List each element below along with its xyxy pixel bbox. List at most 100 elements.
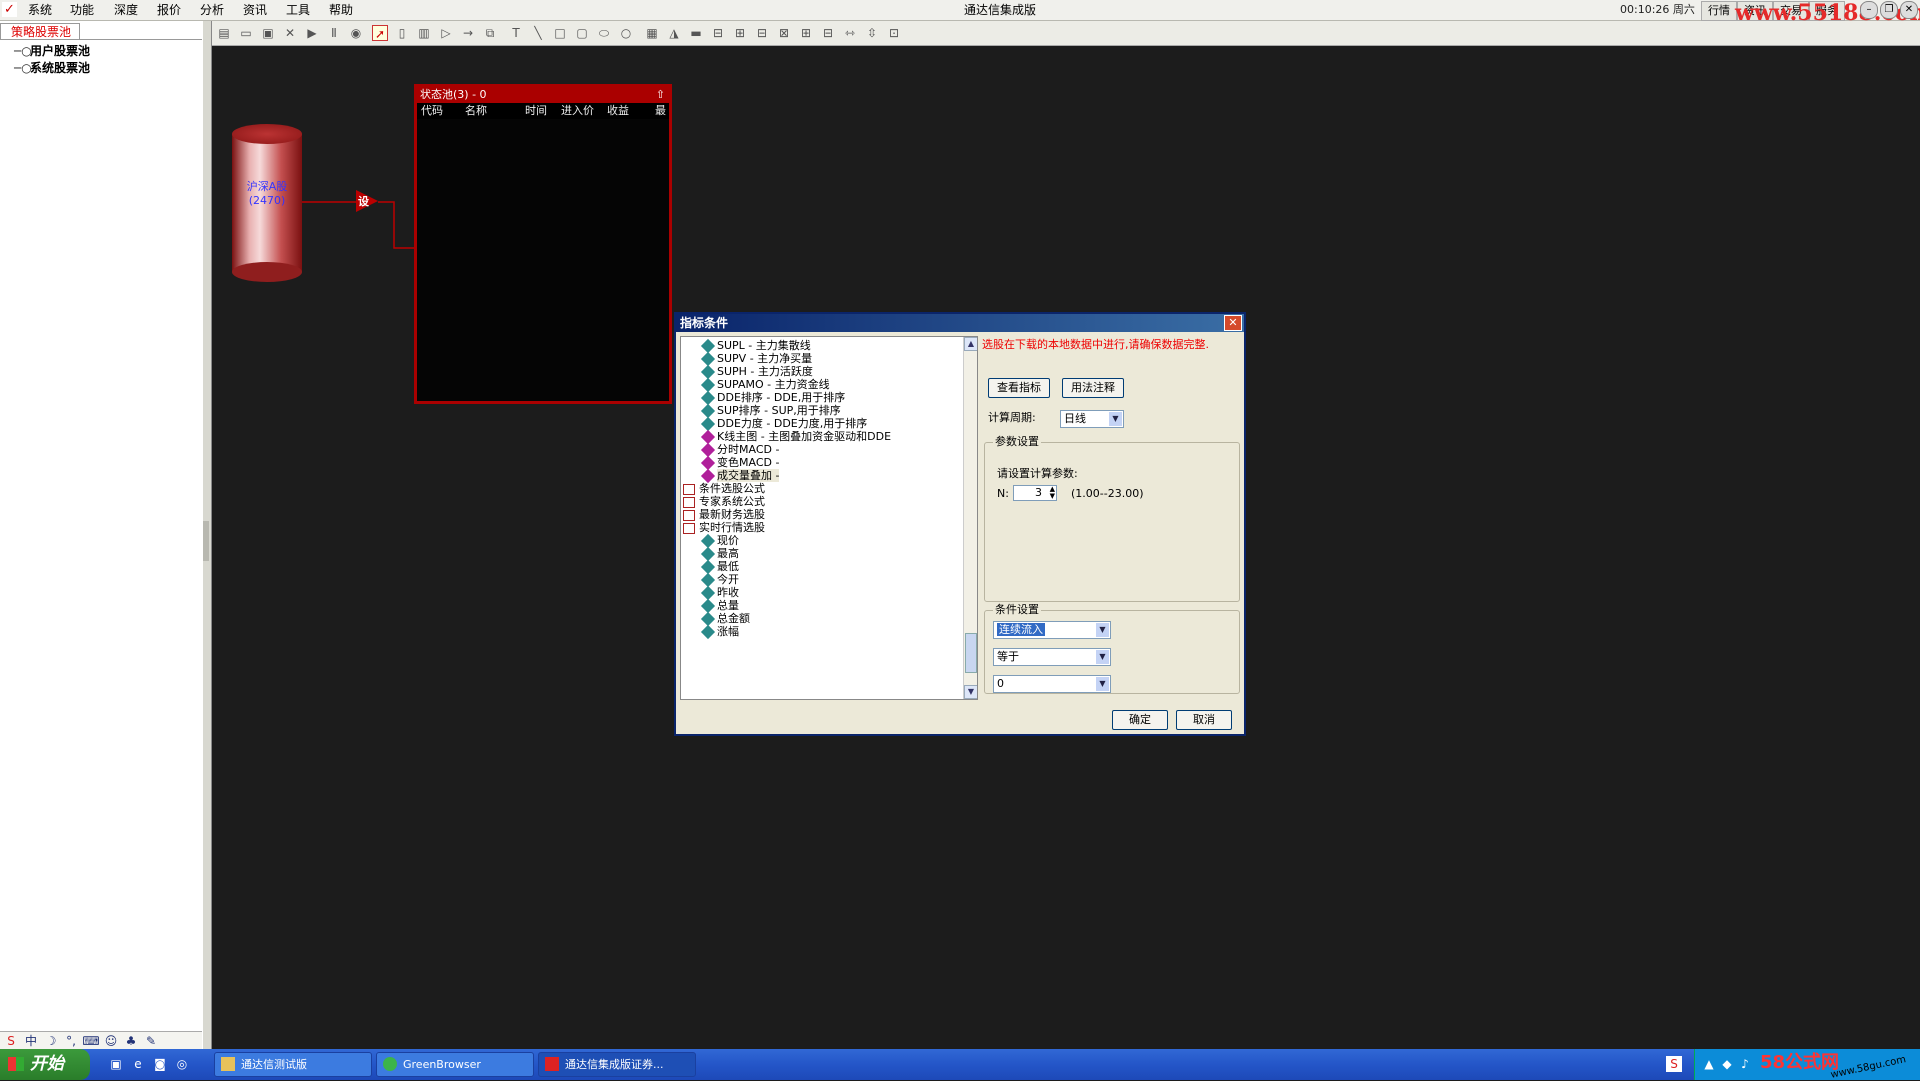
align-center-icon[interactable]: ⊞	[732, 25, 748, 41]
ellipse-tool-icon[interactable]: ⬭	[596, 25, 612, 41]
show-desktop-icon[interactable]: ▣	[108, 1056, 124, 1072]
condition-line-select[interactable]: 连续流入 ▼	[993, 621, 1111, 639]
minimize-icon[interactable]: –	[1860, 1, 1878, 19]
stop-icon[interactable]: ◉	[348, 25, 364, 41]
period-select[interactable]: 日线 ▼	[1060, 410, 1124, 428]
column-header[interactable]: 最	[655, 103, 666, 119]
start-button[interactable]: 开始	[0, 1049, 90, 1080]
chinese-mode-icon[interactable]: 中	[22, 1033, 40, 1049]
align-middle-icon[interactable]: ⊞	[798, 25, 814, 41]
skin-icon[interactable]: ♣	[122, 1033, 140, 1049]
tab-market[interactable]: 行情	[1701, 1, 1737, 21]
clipboard-icon[interactable]: ▦	[644, 25, 660, 41]
tray-network-icon[interactable]: ▲	[1701, 1056, 1717, 1072]
conditions-group-title: 条件设置	[993, 603, 1041, 617]
condition-value-select[interactable]: 0 ▼	[993, 675, 1111, 693]
scroll-up-icon[interactable]: ▲	[964, 337, 977, 351]
arrow-tool-icon[interactable]: →	[460, 25, 476, 41]
rect-tool-icon[interactable]: □	[552, 25, 568, 41]
chevron-down-icon[interactable]: ▼	[1096, 623, 1109, 637]
same-size-icon[interactable]: ⊡	[886, 25, 902, 41]
line-width-icon[interactable]: ▬	[688, 25, 704, 41]
restore-icon[interactable]: ❐	[1880, 1, 1898, 19]
align-right-icon[interactable]: ⊟	[754, 25, 770, 41]
wrench-icon[interactable]: ✎	[142, 1033, 160, 1049]
run-icon[interactable]: ▶	[304, 25, 320, 41]
sogou-icon[interactable]: S	[2, 1033, 20, 1049]
align-left-icon[interactable]: ⊟	[710, 25, 726, 41]
menu-system[interactable]: 系统	[28, 2, 52, 18]
same-width-icon[interactable]: ⇿	[842, 25, 858, 41]
menu-quote[interactable]: 报价	[157, 2, 181, 18]
scroll-down-icon[interactable]: ▼	[964, 685, 977, 699]
usage-notes-button[interactable]: 用法注释	[1062, 378, 1124, 398]
cancel-button[interactable]: 取消	[1176, 710, 1232, 730]
spin-arrows-icon[interactable]: ▲ ▼	[1050, 486, 1055, 500]
menu-help[interactable]: 帮助	[329, 2, 353, 18]
rounded-rect-icon[interactable]: ▢	[574, 25, 590, 41]
tab-strategy-pool[interactable]: 策略股票池	[0, 23, 80, 39]
keyboard-icon[interactable]: ⌨	[82, 1033, 100, 1049]
task-tdx-test[interactable]: 通达信测试版	[214, 1052, 372, 1077]
tree-node-system-pool[interactable]: ─○系统股票池	[14, 60, 90, 76]
chevron-down-icon[interactable]: ▼	[1109, 412, 1122, 426]
source-tool-icon[interactable]: ▯	[394, 25, 410, 41]
tray-volume-icon[interactable]: ♪	[1737, 1056, 1753, 1072]
column-header[interactable]: 代码	[421, 103, 443, 119]
tray-security-icon[interactable]: ◆	[1719, 1056, 1735, 1072]
user-icon[interactable]: ☺	[102, 1033, 120, 1049]
browser-icon[interactable]: ◎	[174, 1056, 190, 1072]
chevron-down-icon[interactable]: ▼	[1096, 650, 1109, 664]
task-greenbrowser[interactable]: GreenBrowser	[376, 1052, 534, 1077]
menu-depth[interactable]: 深度	[114, 2, 138, 18]
group-tool-icon[interactable]: ⧉	[482, 25, 498, 41]
app-logo-icon[interactable]: ✓	[2, 2, 17, 17]
close-icon[interactable]: ✕	[1224, 315, 1242, 331]
align-top-icon[interactable]: ⊠	[776, 25, 792, 41]
align-bottom-icon[interactable]: ⊟	[820, 25, 836, 41]
close-icon[interactable]: ✕	[1900, 1, 1918, 19]
delete-icon[interactable]: ✕	[282, 25, 298, 41]
ok-button[interactable]: 确定	[1112, 710, 1168, 730]
open-icon[interactable]: ▭	[238, 25, 254, 41]
punctuation-icon[interactable]: °,	[62, 1033, 80, 1049]
menu-news[interactable]: 资讯	[243, 2, 267, 18]
line-tool-icon[interactable]: ╲	[530, 25, 546, 41]
operator-select[interactable]: 等于 ▼	[993, 648, 1111, 666]
tree-scrollbar[interactable]: ▲ ▼	[963, 337, 977, 699]
panel-splitter[interactable]	[202, 21, 212, 1049]
data-source-cylinder[interactable]: 沪深A股 (2470)	[232, 124, 302, 282]
collapse-up-icon[interactable]: ⇧	[656, 88, 665, 102]
state-pool-box[interactable]: 状态池(3) - 0 ⇧ 代码 名称 时间 进入价 收益 最	[414, 84, 672, 404]
media-icon[interactable]: ◙	[152, 1056, 168, 1072]
column-header[interactable]: 时间	[525, 103, 547, 119]
pool-tool-icon[interactable]: ▥	[416, 25, 432, 41]
pause-icon[interactable]: Ⅱ	[326, 25, 342, 41]
circle-tool-icon[interactable]: ○	[618, 25, 634, 41]
menu-tools[interactable]: 工具	[286, 2, 310, 18]
scroll-thumb[interactable]	[965, 633, 977, 673]
column-header[interactable]: 收益	[607, 103, 629, 119]
same-height-icon[interactable]: ⇳	[864, 25, 880, 41]
pointer-icon[interactable]: ➚	[372, 25, 388, 41]
column-header[interactable]: 名称	[465, 103, 487, 119]
param-n-stepper[interactable]: 3 ▲ ▼	[1013, 485, 1057, 501]
save-icon[interactable]: ▣	[260, 25, 276, 41]
menu-function[interactable]: 功能	[70, 2, 94, 18]
tree-node-label: 用户股票池	[30, 44, 91, 58]
chevron-down-icon[interactable]: ▼	[1096, 677, 1109, 691]
splitter-grip[interactable]	[203, 521, 209, 561]
filter-tool-icon[interactable]: ▷	[438, 25, 454, 41]
ie-icon[interactable]: e	[130, 1056, 146, 1072]
tree-node-user-pool[interactable]: ─○用户股票池	[14, 43, 90, 59]
text-tool-icon[interactable]: T	[508, 25, 524, 41]
fill-icon[interactable]: ◮	[666, 25, 682, 41]
view-indicator-button[interactable]: 查看指标	[988, 378, 1050, 398]
moon-icon[interactable]: ☽	[42, 1033, 60, 1049]
menu-analysis[interactable]: 分析	[200, 2, 224, 18]
task-tdx-integrated[interactable]: 通达信集成版证券...	[538, 1052, 696, 1077]
column-header[interactable]: 进入价	[561, 103, 594, 119]
new-icon[interactable]: ▤	[216, 25, 232, 41]
sogou-tray-icon[interactable]: S	[1666, 1056, 1682, 1072]
tree-item[interactable]: 涨幅	[700, 624, 739, 640]
